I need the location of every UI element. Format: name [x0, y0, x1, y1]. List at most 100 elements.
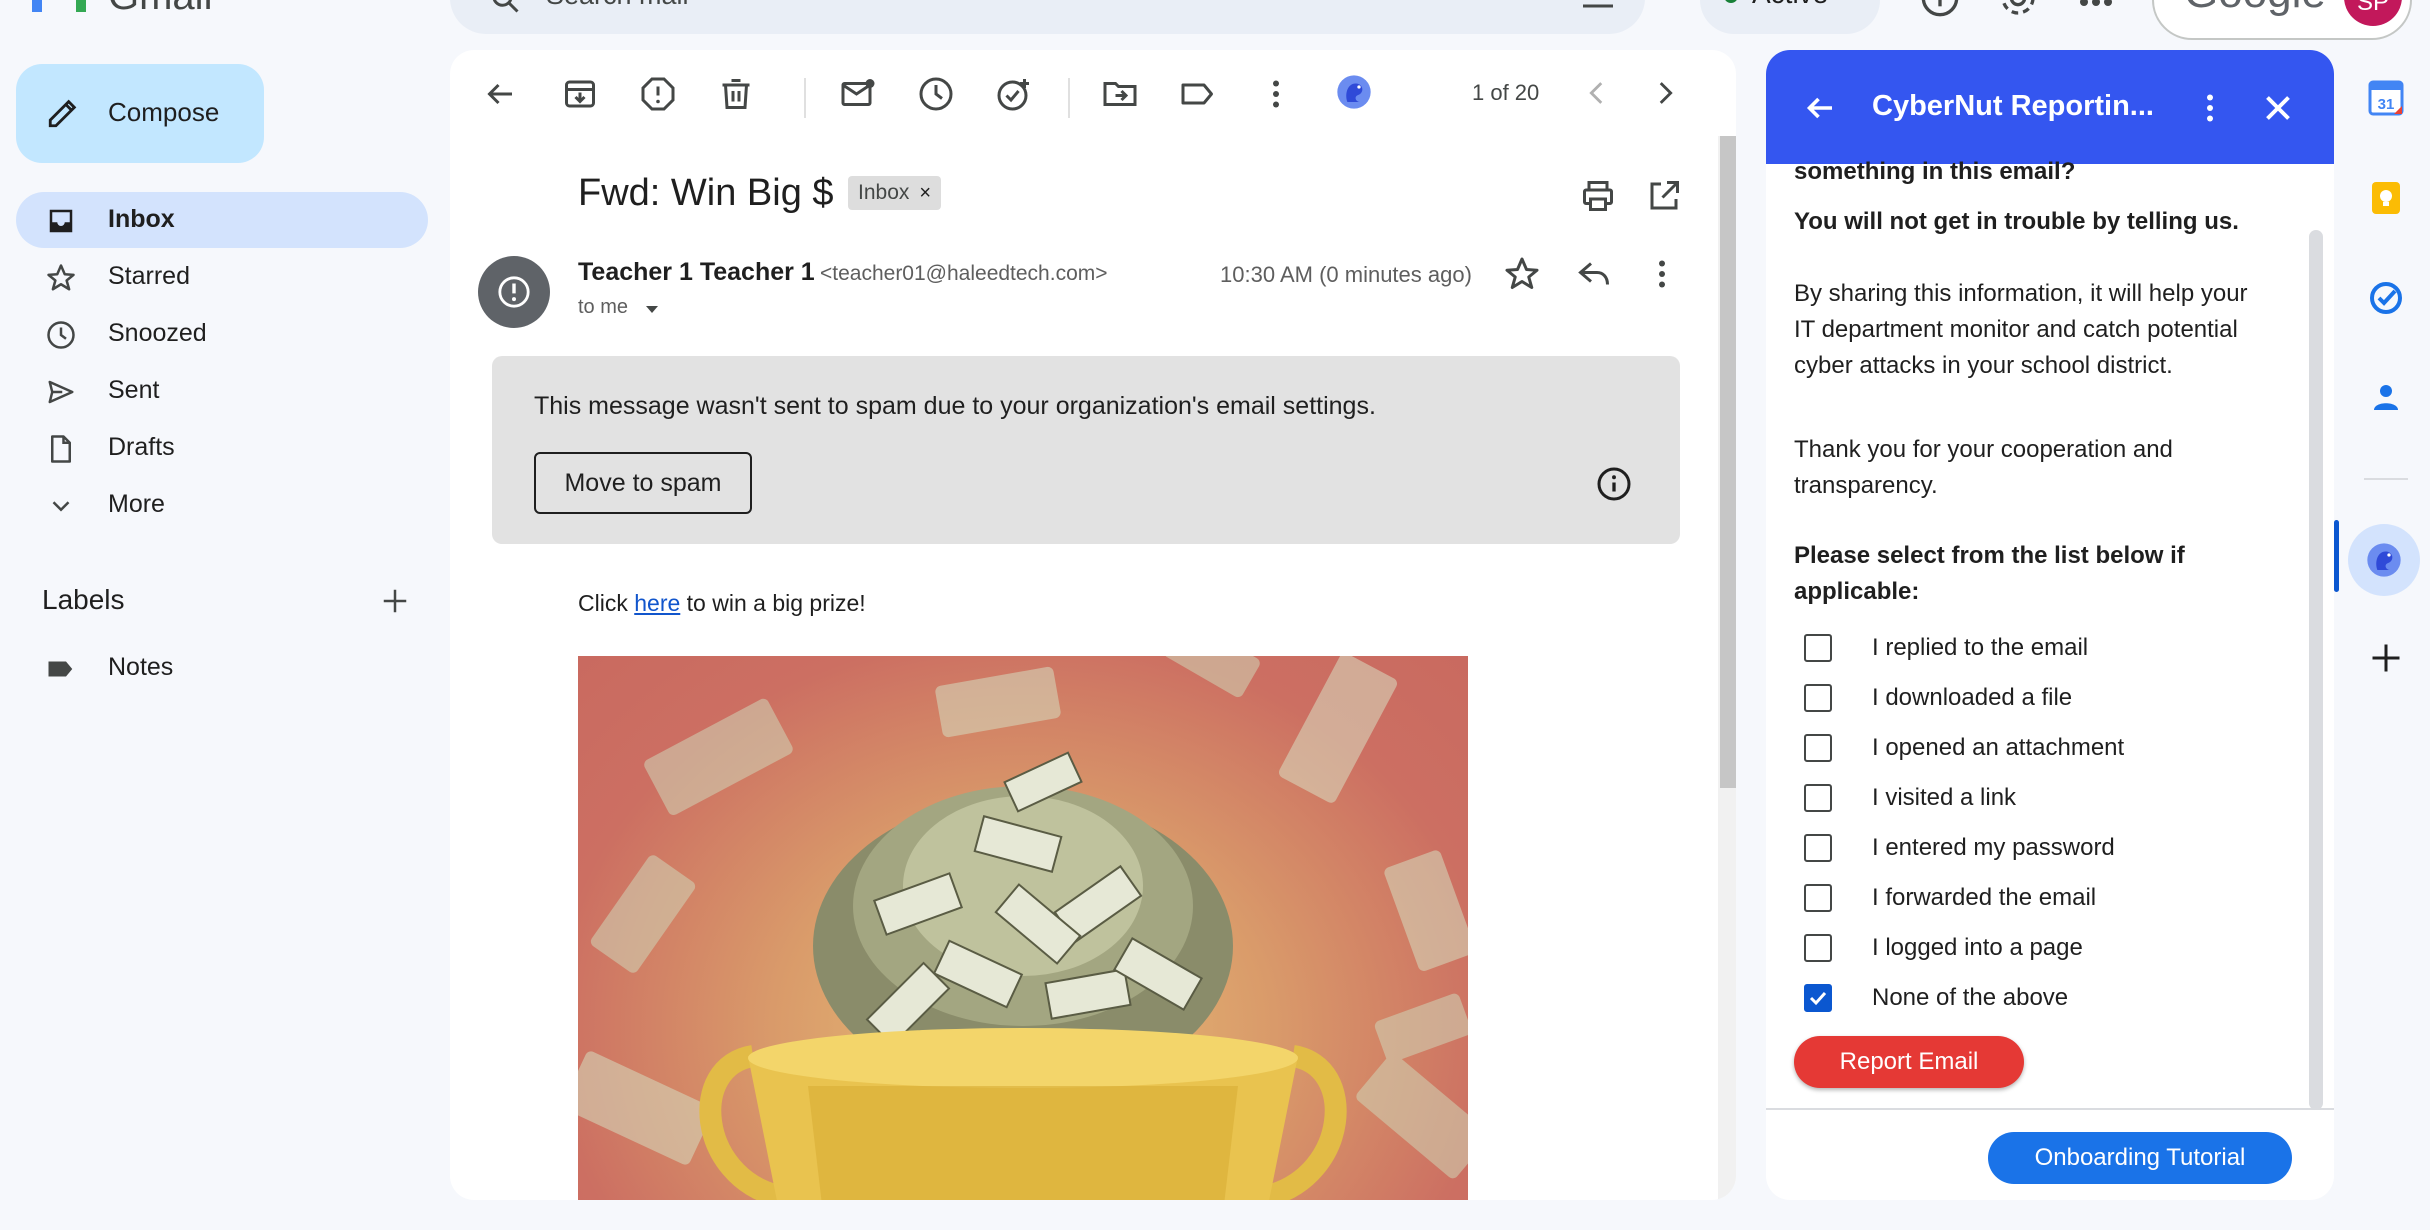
reassurance-text: You will not get in trouble by telling u… [1794, 208, 2239, 235]
nav-item-sent[interactable]: Sent [16, 363, 428, 419]
compose-button[interactable]: Compose [16, 64, 264, 163]
email-subject: Fwd: Win Big $ [578, 172, 834, 214]
body-link[interactable]: here [634, 590, 680, 616]
rail-active-indicator [2334, 520, 2339, 592]
info-paragraph: By sharing this information, it will hel… [1794, 276, 2248, 384]
recipient-line: to me [578, 296, 629, 318]
prize-money-trophy-image [578, 656, 1468, 1200]
nav-item-starred[interactable]: Starred [16, 249, 428, 305]
search-options-icon[interactable] [1581, 0, 1615, 12]
search-bar[interactable]: Search mail [450, 0, 1645, 34]
cybernut-addon-icon[interactable] [2348, 524, 2420, 596]
option-checkbox-none[interactable] [1804, 984, 1832, 1012]
nav-item-more[interactable]: More [16, 477, 428, 533]
star-icon[interactable] [1504, 256, 1540, 292]
option-label: I logged into a page [1872, 934, 2083, 961]
label-icon [46, 654, 76, 684]
help-icon[interactable] [1920, 0, 1960, 18]
next-chevron-icon[interactable] [1648, 76, 1682, 110]
search-icon[interactable] [490, 0, 520, 14]
option-checkbox-visited-link[interactable] [1804, 784, 1832, 812]
option-label: I forwarded the email [1872, 884, 2097, 911]
status-indicator[interactable]: Active [1700, 0, 1880, 34]
option-label: None of the above [1872, 984, 2069, 1011]
nav-label: Sent [108, 376, 160, 404]
account-chip[interactable]: Google SP [2152, 0, 2412, 40]
move-to-icon[interactable] [1102, 76, 1138, 112]
tasks-icon[interactable] [2368, 280, 2404, 316]
sender-name[interactable]: Teacher 1 Teacher 1 [578, 258, 815, 287]
back-arrow-icon[interactable] [482, 76, 518, 112]
pencil-icon [46, 96, 80, 130]
close-icon[interactable] [2260, 90, 2296, 126]
cybernut-squirrel-icon[interactable] [1334, 72, 1374, 112]
nav-label: Snoozed [108, 319, 207, 347]
info-line: cyber attacks in your school district. [1794, 352, 2173, 379]
nav-label: More [108, 490, 165, 518]
gmail-logo-icon[interactable] [28, 0, 90, 12]
nav-item-label-notes[interactable]: Notes [16, 640, 428, 696]
print-icon[interactable] [1580, 178, 1616, 214]
prev-chevron-icon[interactable] [1580, 76, 1614, 110]
info-line: IT department monitor and catch potentia… [1794, 316, 2238, 343]
mark-unread-icon[interactable] [840, 76, 876, 112]
recipient-details-icon[interactable] [644, 304, 660, 316]
settings-gear-icon[interactable] [1998, 0, 2038, 18]
add-label-icon[interactable] [380, 586, 410, 616]
contacts-icon[interactable] [2368, 380, 2404, 416]
add-task-icon[interactable] [996, 76, 1032, 112]
spam-notice-text: This message wasn't sent to spam due to … [534, 392, 1376, 420]
thanks-line: Thank you for your cooperation and [1794, 436, 2173, 463]
search-placeholder: Search mail [546, 0, 689, 11]
label-tag-icon[interactable] [1180, 76, 1216, 112]
star-icon [46, 263, 76, 293]
keep-icon[interactable] [2368, 180, 2404, 216]
panel-header: CyberNut Reportin... [1766, 50, 2334, 164]
cybernut-panel: CyberNut Reportin... something in this e… [1766, 50, 2334, 1200]
option-checkbox-attachment[interactable] [1804, 734, 1832, 762]
open-new-window-icon[interactable] [1646, 178, 1682, 214]
option-checkbox-forwarded[interactable] [1804, 884, 1832, 912]
archive-icon[interactable] [562, 76, 598, 112]
panel-scrollbar[interactable] [2309, 230, 2323, 1110]
calendar-day: 31 [2378, 96, 2395, 113]
report-spam-icon[interactable] [640, 76, 676, 112]
rail-divider [2364, 478, 2408, 480]
spam-notice-banner: This message wasn't sent to spam due to … [492, 356, 1680, 544]
email-timestamp: 10:30 AM (0 minutes ago) [1220, 262, 1472, 287]
option-checkbox-replied[interactable] [1804, 634, 1832, 662]
onboarding-tutorial-button[interactable]: Onboarding Tutorial [1988, 1132, 2292, 1184]
select-instructions: Please select from the list below if app… [1794, 538, 2185, 610]
more-vert-icon[interactable] [1258, 76, 1294, 112]
message-more-icon[interactable] [1644, 256, 1680, 292]
inbox-label-chip[interactable]: Inbox × [848, 176, 942, 210]
select-line: applicable: [1794, 578, 1920, 605]
nav-label: Starred [108, 262, 190, 290]
option-checkbox-downloaded[interactable] [1804, 684, 1832, 712]
reply-icon[interactable] [1576, 256, 1612, 292]
nav-item-drafts[interactable]: Drafts [16, 420, 428, 476]
message-scrollbar-thumb[interactable] [1720, 136, 1736, 788]
sender-avatar[interactable] [478, 256, 550, 328]
nav-label: Notes [108, 653, 174, 681]
snooze-clock-icon[interactable] [918, 76, 954, 112]
move-to-spam-button[interactable]: Move to spam [534, 452, 752, 514]
nav-item-inbox[interactable]: Inbox [16, 192, 428, 248]
nav-item-snoozed[interactable]: Snoozed [16, 306, 428, 362]
info-icon[interactable] [1596, 466, 1632, 502]
status-label: Active [1752, 0, 1828, 10]
panel-more-icon[interactable] [2192, 90, 2228, 126]
back-arrow-icon[interactable] [1802, 90, 1838, 126]
option-checkbox-logged-in[interactable] [1804, 934, 1832, 962]
delete-icon[interactable] [718, 76, 754, 112]
report-email-button[interactable]: Report Email [1794, 1036, 2024, 1088]
option-label: I replied to the email [1872, 634, 2089, 661]
add-addon-icon[interactable] [2368, 640, 2404, 676]
calendar-icon[interactable]: 31 [2368, 80, 2404, 116]
apps-grid-icon[interactable] [2078, 0, 2114, 10]
label-chip-text: Inbox [858, 181, 910, 204]
remove-label-icon[interactable]: × [919, 182, 931, 204]
option-checkbox-password[interactable] [1804, 834, 1832, 862]
sender-email: <teacher01@haleedtech.com> [820, 262, 1108, 285]
account-avatar[interactable]: SP [2344, 0, 2402, 26]
